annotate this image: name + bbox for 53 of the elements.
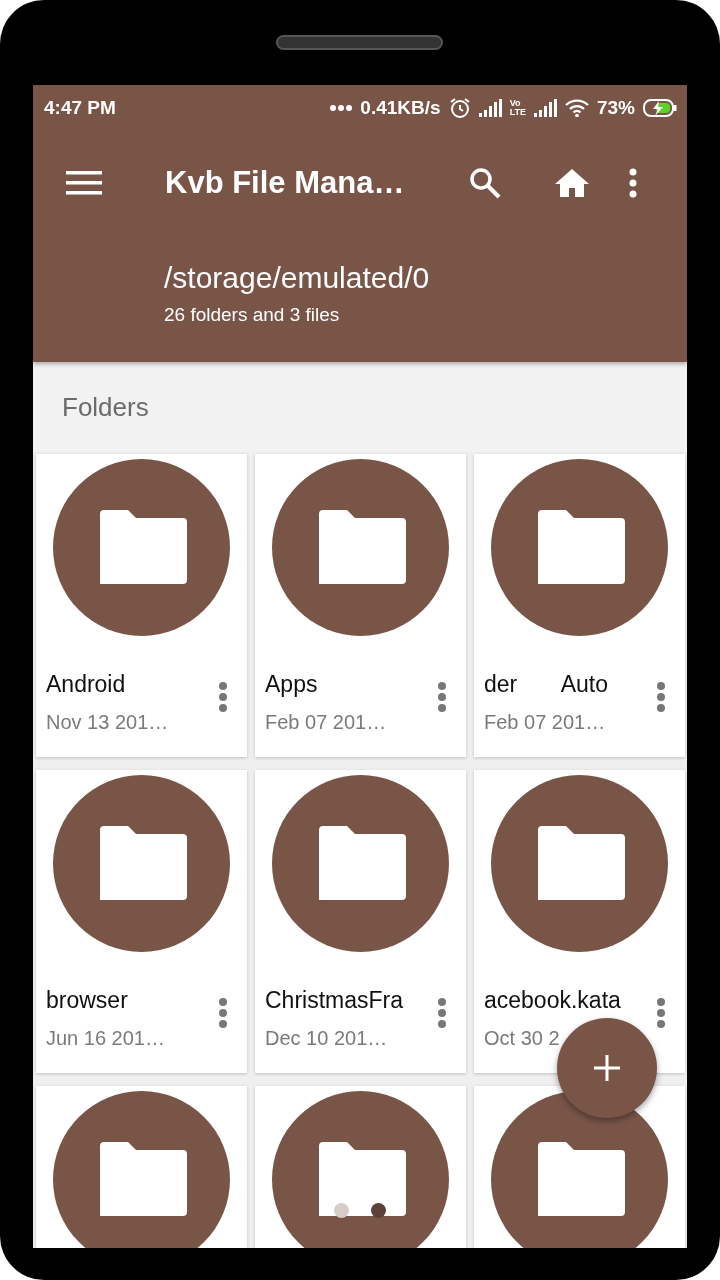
- folder-name: Android: [46, 670, 127, 698]
- volte-label: Vo: [509, 98, 522, 108]
- volte-label: LTE: [509, 107, 526, 117]
- folder-name: Apps: [265, 670, 319, 698]
- folder-name: ChristmasFra: [265, 986, 403, 1014]
- more-options-icon[interactable]: [218, 997, 228, 1029]
- folder-name: acebook.kata: [484, 986, 621, 1014]
- folder-card[interactable]: ChristmasFra Dec 10 201…: [255, 770, 466, 1073]
- more-options-icon[interactable]: [437, 997, 447, 1029]
- folder-date: Jun 16 201…: [46, 1026, 165, 1050]
- plus-icon: [594, 1055, 620, 1081]
- section-title: Folders: [62, 391, 149, 423]
- folder-card[interactable]: Android Nov 13 201…: [36, 454, 247, 757]
- search-icon[interactable]: [469, 166, 501, 199]
- more-options-icon[interactable]: [218, 681, 228, 713]
- more-options-icon[interactable]: [656, 681, 666, 713]
- clock-time: 4:47 PM: [44, 96, 116, 119]
- signal-icon: [478, 98, 502, 117]
- folder-card[interactable]: der Auto Feb 07 201…: [474, 454, 685, 757]
- folder-icon: [272, 775, 449, 952]
- home-icon[interactable]: [554, 167, 590, 198]
- folder-icon: [491, 1091, 668, 1248]
- folder-icon: [272, 459, 449, 636]
- app-title: Kvb File Mana…: [165, 164, 406, 201]
- folder-name: browser: [46, 986, 129, 1014]
- more-options-icon[interactable]: [656, 997, 666, 1029]
- folder-date: Dec 10 201…: [265, 1026, 389, 1050]
- folder-icon: [53, 775, 230, 952]
- folder-card[interactable]: acebook.kata Oct 30 2: [474, 770, 685, 1073]
- folder-date: Feb 07 201…: [484, 710, 607, 734]
- alarm-icon: [448, 96, 471, 119]
- wifi-icon: [564, 98, 589, 117]
- folder-icon: [491, 459, 668, 636]
- menu-icon[interactable]: [66, 169, 102, 196]
- more-options-icon[interactable]: [629, 167, 637, 198]
- network-speed: 0.41KB/s: [360, 96, 441, 119]
- folder-name: der Auto: [484, 670, 609, 698]
- folder-icon: [53, 459, 230, 636]
- current-path: /storage/emulated/0: [164, 260, 431, 296]
- folder-date: Feb 07 201…: [265, 710, 387, 734]
- folder-icon: [491, 775, 668, 952]
- folder-card[interactable]: browser Jun 16 201…: [36, 770, 247, 1073]
- folder-icon: [272, 1091, 449, 1248]
- folder-card[interactable]: Apps Feb 07 201…: [255, 454, 466, 757]
- signal-icon: [533, 98, 557, 117]
- folder-date: Nov 13 201…: [46, 710, 169, 734]
- battery-percentage: 73%: [596, 96, 635, 119]
- folder-summary: 26 folders and 3 files: [164, 304, 341, 326]
- more-options-icon[interactable]: [437, 681, 447, 713]
- more-notifications-icon: [330, 103, 353, 112]
- battery-charging-icon: [643, 98, 677, 117]
- folder-icon: [53, 1091, 230, 1248]
- folder-date: Oct 30 2: [484, 1026, 561, 1050]
